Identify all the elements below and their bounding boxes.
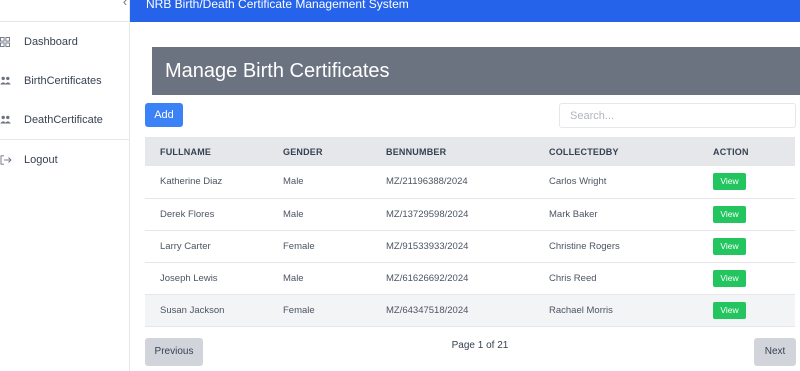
table-header-row: FULLNAME GENDER BENNUMBER COLLECTEDBY AC… (145, 137, 795, 166)
cell-action: View (713, 294, 795, 326)
cell-gender: Male (283, 272, 304, 284)
sidebar-item-label: DeathCertificate (24, 113, 103, 126)
sidebar: ‹ Dashboard BirthCertificates DeathCerti… (0, 0, 130, 371)
cell-fullname: Susan Jackson (160, 304, 225, 316)
table-row: Larry Carter Female MZ/91533933/2024 Chr… (145, 230, 795, 262)
top-bar: NRB Birth/Death Certificate Management S… (130, 0, 800, 22)
view-button[interactable]: View (713, 237, 746, 255)
cell-gender: Female (283, 304, 315, 316)
previous-page-button[interactable]: Previous (145, 338, 203, 366)
view-button[interactable]: View (713, 173, 746, 191)
sidebar-header (0, 0, 130, 22)
cell-bennumber: MZ/61626692/2024 (386, 272, 469, 284)
cell-action: View (713, 198, 795, 230)
view-button[interactable]: View (713, 301, 746, 319)
users-icon (0, 115, 24, 124)
cell-collectedby: Christine Rogers (549, 240, 620, 252)
main-spacer (130, 22, 800, 42)
users-icon (0, 76, 24, 85)
cell-action: View (713, 166, 795, 198)
cell-bennumber: MZ/21196388/2024 (386, 176, 468, 188)
sidebar-item-dashboard[interactable]: Dashboard (0, 22, 130, 61)
sidebar-nav: Dashboard BirthCertificates DeathCertifi… (0, 22, 130, 139)
column-header-collectedby[interactable]: COLLECTEDBY (549, 137, 713, 166)
view-button[interactable]: View (713, 205, 746, 223)
app-root: ‹ Dashboard BirthCertificates DeathCerti… (0, 0, 800, 371)
column-header-fullname[interactable]: FULLNAME (145, 137, 283, 166)
page-indicator: Page 1 of 21 (451, 340, 509, 351)
column-header-gender[interactable]: GENDER (283, 137, 386, 166)
cell-collectedby: Chris Reed (549, 272, 597, 284)
cell-collectedby: Carlos Wright (549, 176, 607, 188)
cell-fullname: Larry Carter (160, 240, 211, 252)
app-title: NRB Birth/Death Certificate Management S… (146, 0, 409, 11)
cell-fullname: Joseph Lewis (160, 272, 218, 284)
table-row: Derek Flores Male MZ/13729598/2024 Mark … (145, 198, 795, 230)
page-title: Manage Birth Certificates (152, 47, 800, 95)
cell-gender: Male (283, 208, 304, 220)
cell-gender: Male (283, 176, 304, 188)
logout-button[interactable]: Logout (0, 140, 130, 179)
cell-collectedby: Mark Baker (549, 208, 598, 220)
cell-bennumber: MZ/64347518/2024 (386, 304, 469, 316)
search-input[interactable] (559, 103, 796, 128)
table-row: Susan Jackson Female MZ/64347518/2024 Ra… (145, 294, 795, 326)
sidebar-item-label: Dashboard (24, 35, 78, 48)
sidebar-item-deathcertificate[interactable]: DeathCertificate (0, 100, 130, 139)
add-button[interactable]: Add (145, 103, 183, 127)
main-content: Manage Birth Certificates Add FULLNAME G… (130, 22, 800, 371)
cell-action: View (713, 262, 795, 294)
birth-certificates-table: FULLNAME GENDER BENNUMBER COLLECTEDBY AC… (145, 137, 795, 327)
sidebar-item-label: BirthCertificates (24, 74, 102, 87)
table-row: Katherine Diaz Male MZ/21196388/2024 Car… (145, 166, 795, 198)
logout-icon (0, 154, 24, 165)
sidebar-item-birthcertificates[interactable]: BirthCertificates (0, 61, 130, 100)
view-button[interactable]: View (713, 269, 746, 287)
dashboard-icon (0, 36, 24, 47)
cell-bennumber: MZ/91533933/2024 (386, 240, 469, 252)
cell-gender: Female (283, 240, 315, 252)
column-header-bennumber[interactable]: BENNUMBER (386, 137, 549, 166)
sidebar-logout: Logout (0, 140, 130, 179)
cell-fullname: Derek Flores (160, 208, 215, 220)
column-header-action: ACTION (713, 146, 749, 157)
cell-action: View (713, 230, 795, 262)
logout-label: Logout (24, 153, 58, 166)
next-page-button[interactable]: Next (754, 338, 796, 366)
cell-bennumber: MZ/13729598/2024 (386, 208, 469, 220)
table-row: Joseph Lewis Male MZ/61626692/2024 Chris… (145, 262, 795, 294)
cell-fullname: Katherine Diaz (160, 176, 223, 188)
cell-collectedby: Rachael Morris (549, 304, 613, 316)
